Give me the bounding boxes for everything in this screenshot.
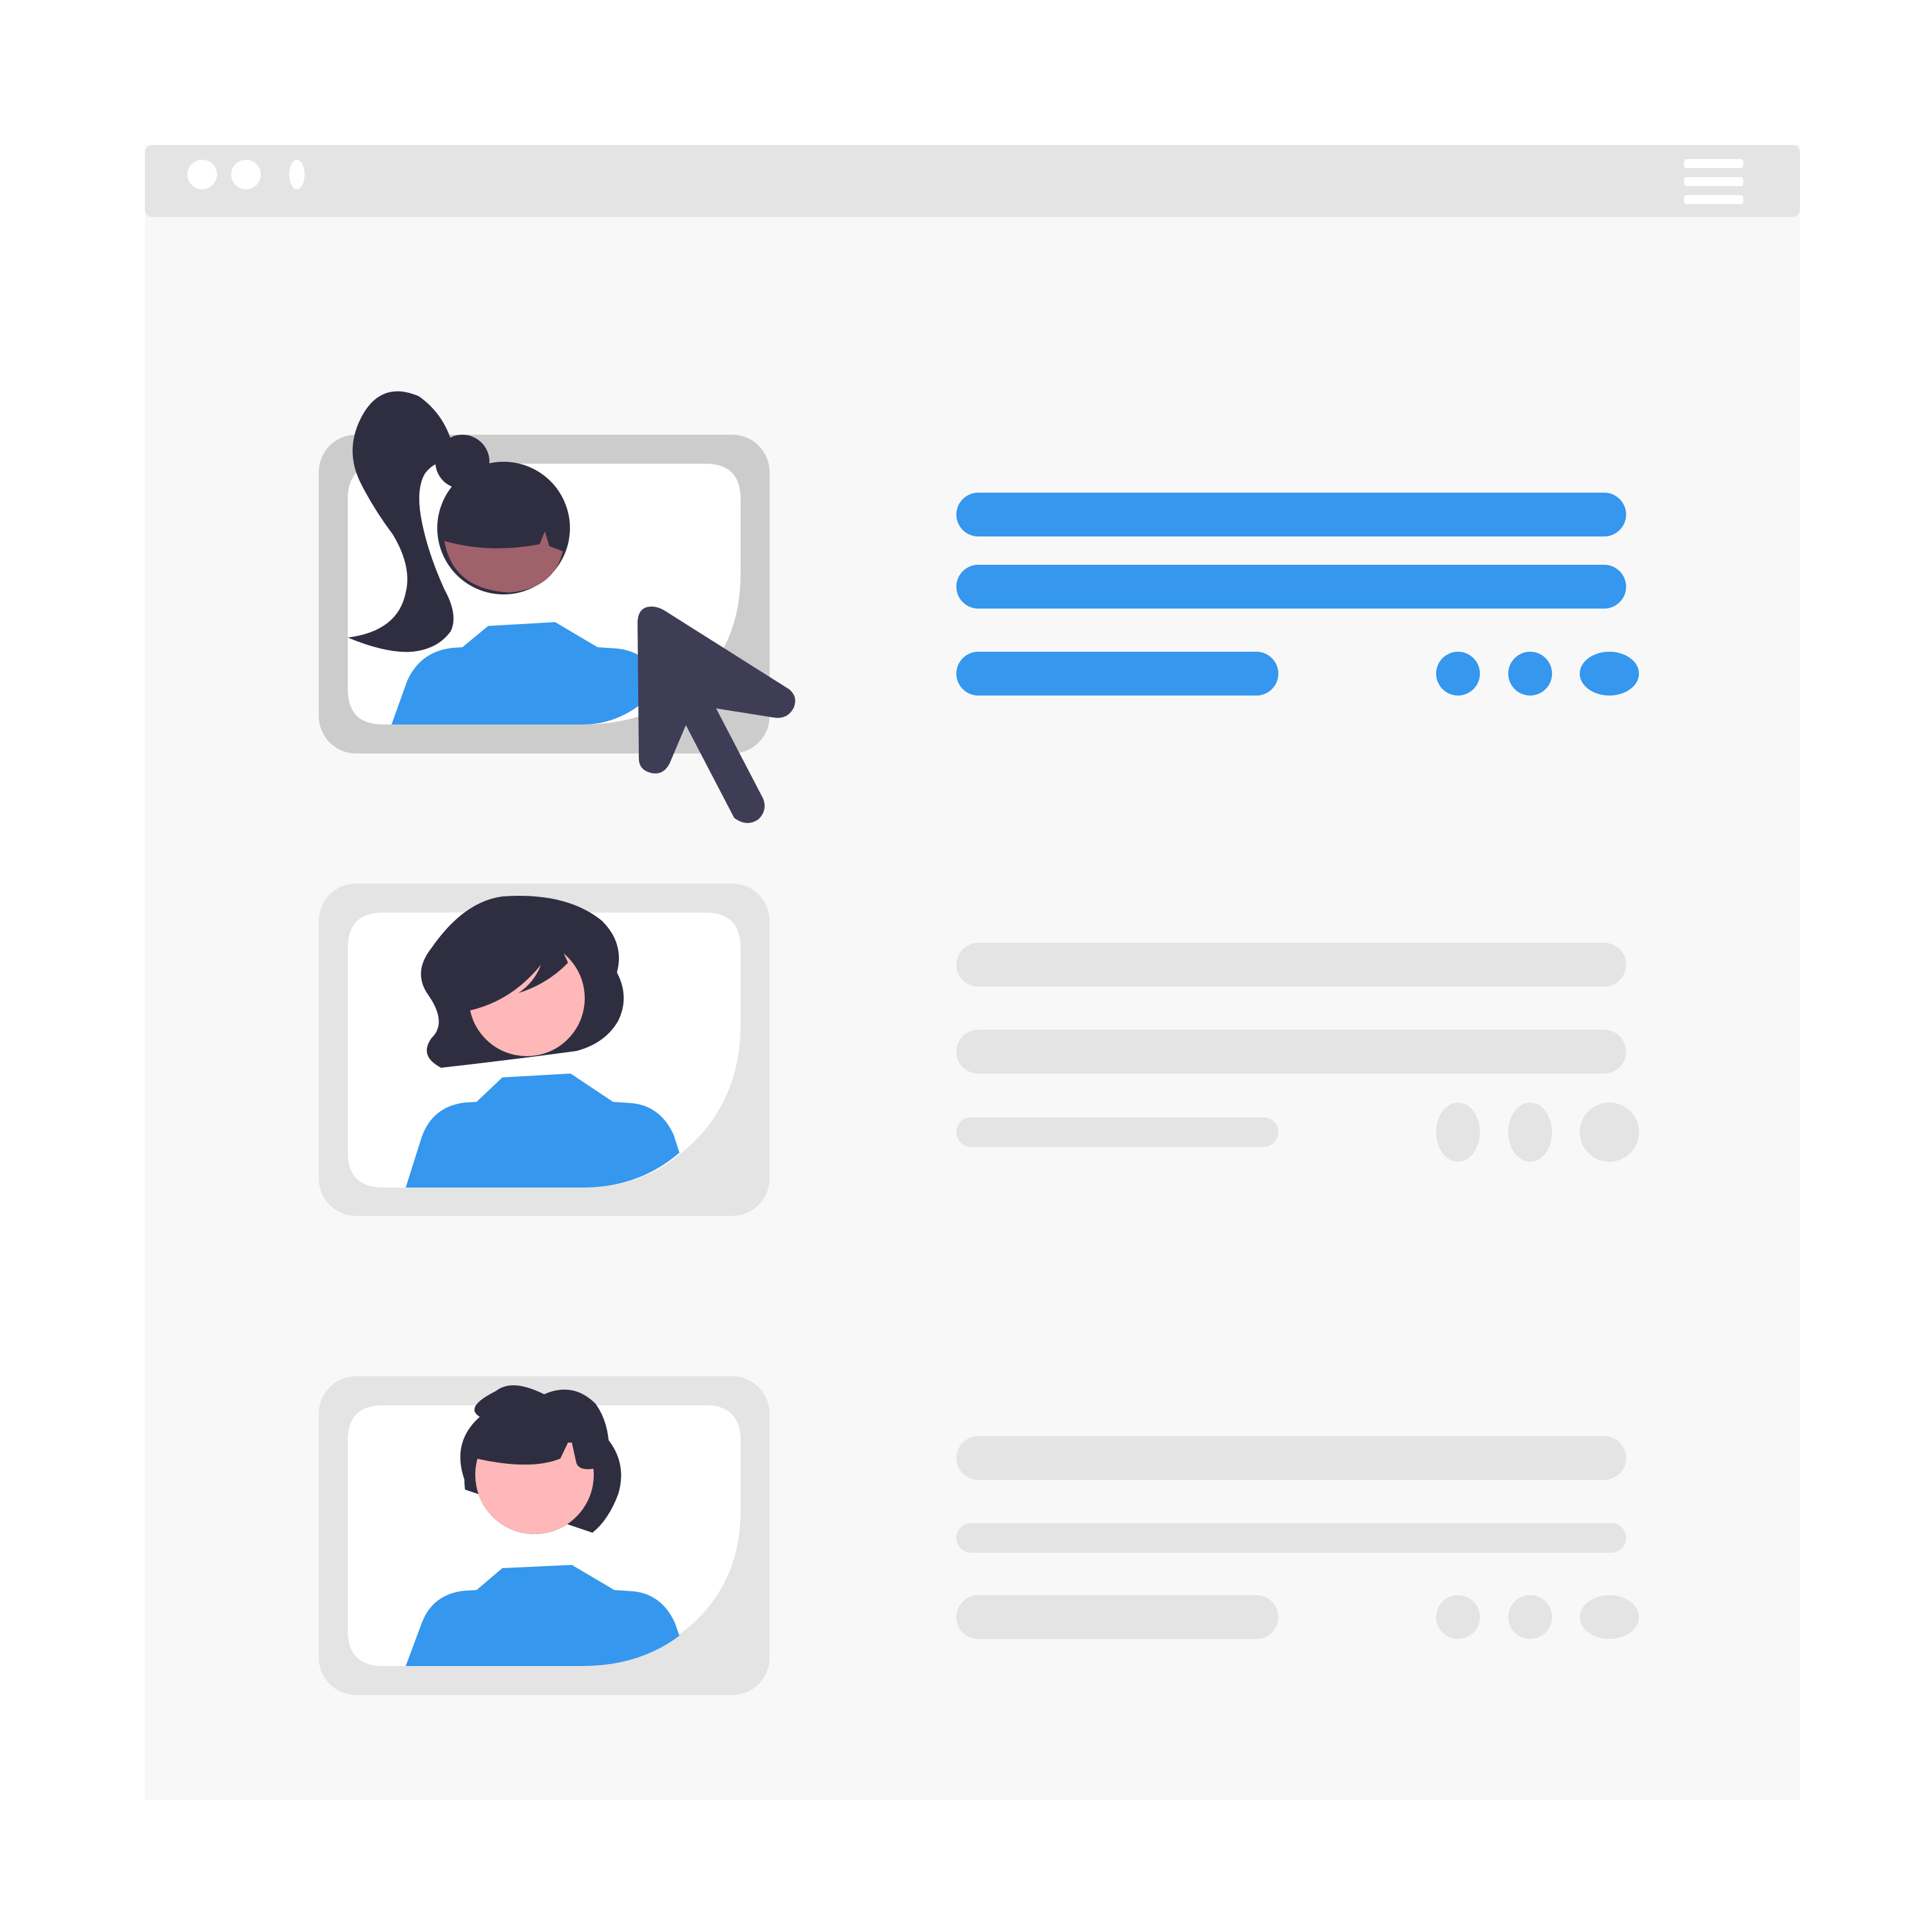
profile-card-3[interactable] bbox=[319, 1376, 770, 1695]
avatar-illustrations bbox=[319, 391, 795, 1695]
profile-card-2[interactable] bbox=[319, 884, 770, 1216]
